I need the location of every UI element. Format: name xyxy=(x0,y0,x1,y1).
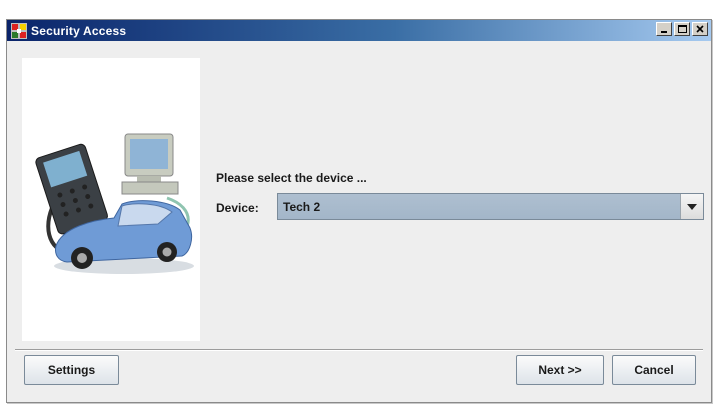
device-label: Device: xyxy=(216,201,259,215)
title-bar[interactable]: Security Access xyxy=(7,20,711,41)
security-access-window: Security Access Please select the device… xyxy=(6,19,712,403)
device-illustration-panel xyxy=(22,58,200,341)
app-icon xyxy=(11,22,27,39)
device-dropdown[interactable]: Tech 2 xyxy=(277,193,704,220)
close-icon xyxy=(696,25,704,33)
settings-button[interactable]: Settings xyxy=(24,355,119,385)
minimize-button[interactable] xyxy=(656,22,672,36)
maximize-icon xyxy=(677,25,687,33)
chevron-down-icon xyxy=(687,203,697,210)
next-button[interactable]: Next >> xyxy=(516,355,604,385)
device-selected-value: Tech 2 xyxy=(283,200,321,214)
window-controls xyxy=(656,22,708,36)
instruction-text: Please select the device ... xyxy=(216,171,367,185)
maximize-button[interactable] xyxy=(674,22,690,36)
dropdown-button[interactable] xyxy=(680,194,703,219)
close-button[interactable] xyxy=(692,22,708,36)
minimize-icon xyxy=(661,31,667,33)
window-title: Security Access xyxy=(31,23,127,38)
cancel-button[interactable]: Cancel xyxy=(612,355,696,385)
tech2-car-computer-illustration xyxy=(35,133,194,274)
footer-separator xyxy=(15,349,703,351)
